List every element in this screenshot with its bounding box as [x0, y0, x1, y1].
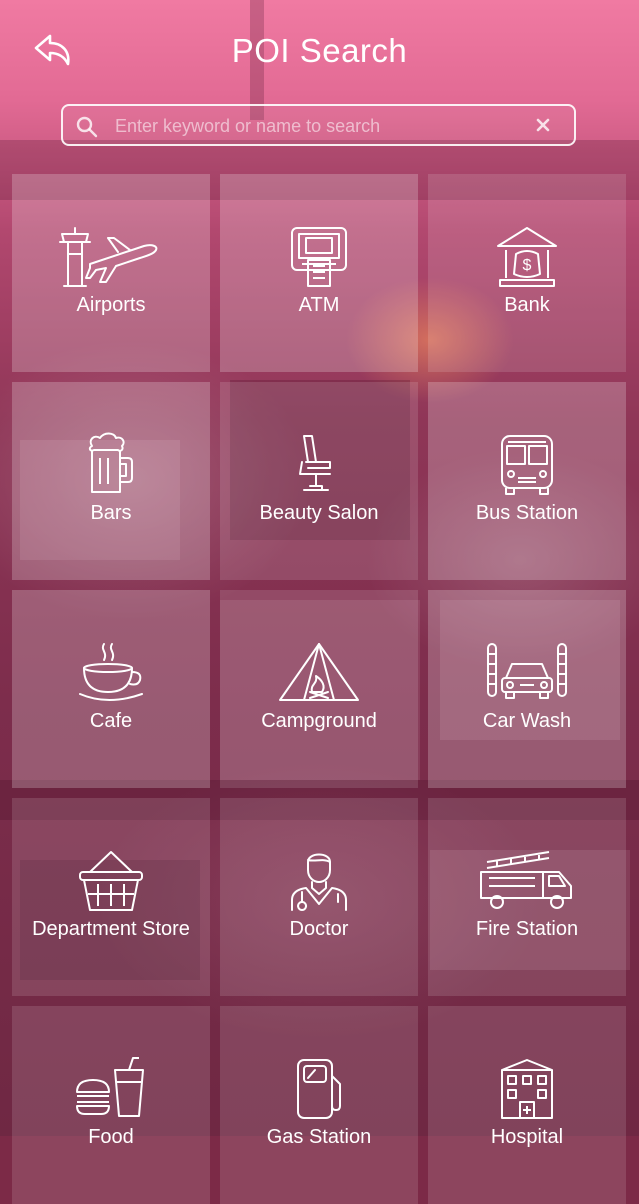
category-tile-bus-station[interactable]: Bus Station: [428, 382, 626, 580]
salon-chair-icon: [220, 432, 418, 498]
bus-icon: [428, 432, 626, 498]
clear-icon[interactable]: [534, 116, 552, 134]
category-label: Food: [88, 1126, 134, 1148]
gas-pump-icon: [220, 1056, 418, 1122]
category-tile-cafe[interactable]: Cafe: [12, 590, 210, 788]
category-tile-gas-station[interactable]: Gas Station: [220, 1006, 418, 1204]
coffee-cup-icon: [12, 640, 210, 706]
category-label: Beauty Salon: [259, 502, 379, 524]
page-title: POI Search: [231, 32, 408, 69]
category-label: Car Wash: [482, 710, 572, 732]
category-tile-car-wash[interactable]: Car Wash: [428, 590, 626, 788]
category-label: Bank: [504, 294, 550, 316]
search-input[interactable]: [113, 110, 527, 142]
category-tile-department-store[interactable]: Department Store: [12, 798, 210, 996]
category-tile-hospital[interactable]: Hospital: [428, 1006, 626, 1204]
category-label: Bars: [90, 502, 132, 524]
category-tile-campground[interactable]: Campground: [220, 590, 418, 788]
category-label: Campground: [261, 710, 377, 732]
doctor-icon: [220, 848, 418, 914]
atm-icon: [220, 224, 418, 290]
category-label: ATM: [298, 294, 340, 316]
category-tile-fire-station[interactable]: Fire Station: [428, 798, 626, 996]
category-tile-bars[interactable]: Bars: [12, 382, 210, 580]
car-wash-icon: [428, 640, 626, 706]
category-tile-food[interactable]: Food: [12, 1006, 210, 1204]
svg-text:$: $: [523, 257, 532, 274]
category-label: Gas Station: [266, 1126, 372, 1148]
category-label: Cafe: [89, 710, 133, 732]
hospital-icon: [428, 1056, 626, 1122]
category-label: Bus Station: [475, 502, 579, 524]
search-bar: [61, 104, 576, 146]
airport-icon: [12, 224, 210, 290]
search-icon: [76, 116, 98, 138]
category-tile-doctor[interactable]: Doctor: [220, 798, 418, 996]
fire-truck-icon: [428, 848, 626, 914]
category-tile-bank[interactable]: $ Bank: [428, 174, 626, 372]
category-tile-atm[interactable]: ATM: [220, 174, 418, 372]
burger-drink-icon: [12, 1056, 210, 1122]
header: POI Search: [0, 0, 639, 100]
tent-icon: [220, 640, 418, 706]
category-tile-airports[interactable]: Airports: [12, 174, 210, 372]
category-label: Fire Station: [475, 918, 579, 940]
beer-mug-icon: [12, 432, 210, 498]
category-label: Doctor: [289, 918, 349, 940]
category-label: Department Store: [32, 918, 190, 940]
shopping-basket-icon: [12, 848, 210, 914]
category-label: Hospital: [490, 1126, 564, 1148]
category-label: Airports: [76, 294, 146, 316]
category-tile-beauty-salon[interactable]: Beauty Salon: [220, 382, 418, 580]
bank-icon: $: [428, 224, 626, 290]
